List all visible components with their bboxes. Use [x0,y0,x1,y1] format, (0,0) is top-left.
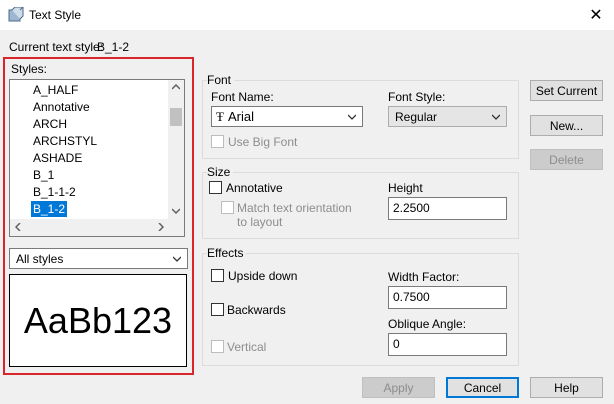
apply-button[interactable]: Apply [362,377,435,398]
list-item[interactable]: ARCH [31,116,69,132]
current-style-label: Current text style: [9,40,104,54]
scroll-left-icon[interactable] [15,223,21,231]
style-preview: AaBb123 [9,274,187,367]
match-orientation-line-2: to layout [237,215,283,229]
upside-down-checkbox[interactable] [211,269,224,282]
height-input[interactable]: 2.2500 [388,197,507,220]
font-name-value: Arial [227,109,254,124]
font-group-label: Font [207,73,235,87]
list-item[interactable]: A_HALF [31,82,80,98]
title-bar [0,0,614,30]
list-item-selected[interactable]: B_1-2 [31,201,68,217]
use-big-font-checkbox[interactable] [211,135,224,148]
width-factor-input[interactable]: 0.7500 [388,286,507,309]
annotative-label: Annotative [226,181,283,195]
upside-down-label: Upside down [228,269,298,283]
annotative-checkbox[interactable] [209,181,222,194]
oblique-angle-input[interactable]: 0 [388,333,507,356]
list-item[interactable]: B_1-1-2 [31,184,78,200]
horizontal-scrollbar[interactable] [10,219,184,236]
effects-group-label: Effects [207,246,247,260]
font-style-select[interactable]: Regular [388,106,507,127]
width-factor-label: Width Factor: [388,270,460,284]
list-item[interactable]: Annotative [31,99,92,115]
chevron-down-icon [348,114,356,120]
app-icon [8,7,24,22]
scroll-up-icon[interactable] [172,84,180,90]
match-orientation-checkbox[interactable] [221,201,234,214]
new-button[interactable]: New... [530,115,603,136]
style-filter-value: All styles [16,251,64,266]
font-style-label: Font Style: [388,90,446,104]
cancel-button[interactable]: Cancel [446,377,519,398]
backwards-checkbox[interactable] [211,303,224,316]
size-group-label: Size [207,165,234,179]
height-label: Height [388,181,423,195]
vertical-scrollbar[interactable] [168,80,184,219]
match-orientation-label: Match text orientation to layout [237,201,352,229]
vertical-label: Vertical [227,340,267,354]
current-style-value: B_1-2 [97,40,130,54]
window-title: Text Style [29,8,82,22]
oblique-angle-label: Oblique Angle: [388,317,467,331]
styles-list[interactable]: A_HALF Annotative ARCH ARCHSTYL ASHADE B… [9,79,185,237]
chevron-down-icon [173,256,181,262]
help-button[interactable]: Help [530,377,603,398]
scroll-right-icon[interactable] [158,223,164,231]
font-style-value: Regular [395,109,438,124]
list-item[interactable]: ARCHSTYL [31,133,99,149]
truetype-icon: Ŧ [216,108,224,124]
styles-label: Styles: [11,62,48,76]
close-icon[interactable]: ✕ [578,0,614,30]
chevron-down-icon [492,114,500,120]
list-item[interactable]: ASHADE [31,150,84,166]
font-name-select[interactable]: Ŧ Arial [211,106,363,127]
set-current-button[interactable]: Set Current [530,80,603,101]
backwards-label: Backwards [227,303,286,317]
scroll-thumb[interactable] [170,108,182,126]
scroll-down-icon[interactable] [172,208,180,214]
use-big-font-label: Use Big Font [228,135,298,149]
style-filter-select[interactable]: All styles [9,248,188,269]
list-item[interactable]: B_1 [31,167,56,183]
vertical-checkbox[interactable] [211,340,224,353]
match-orientation-line-1: Match text orientation [237,201,352,215]
font-name-label: Font Name: [211,90,274,104]
delete-button[interactable]: Delete [530,149,603,170]
